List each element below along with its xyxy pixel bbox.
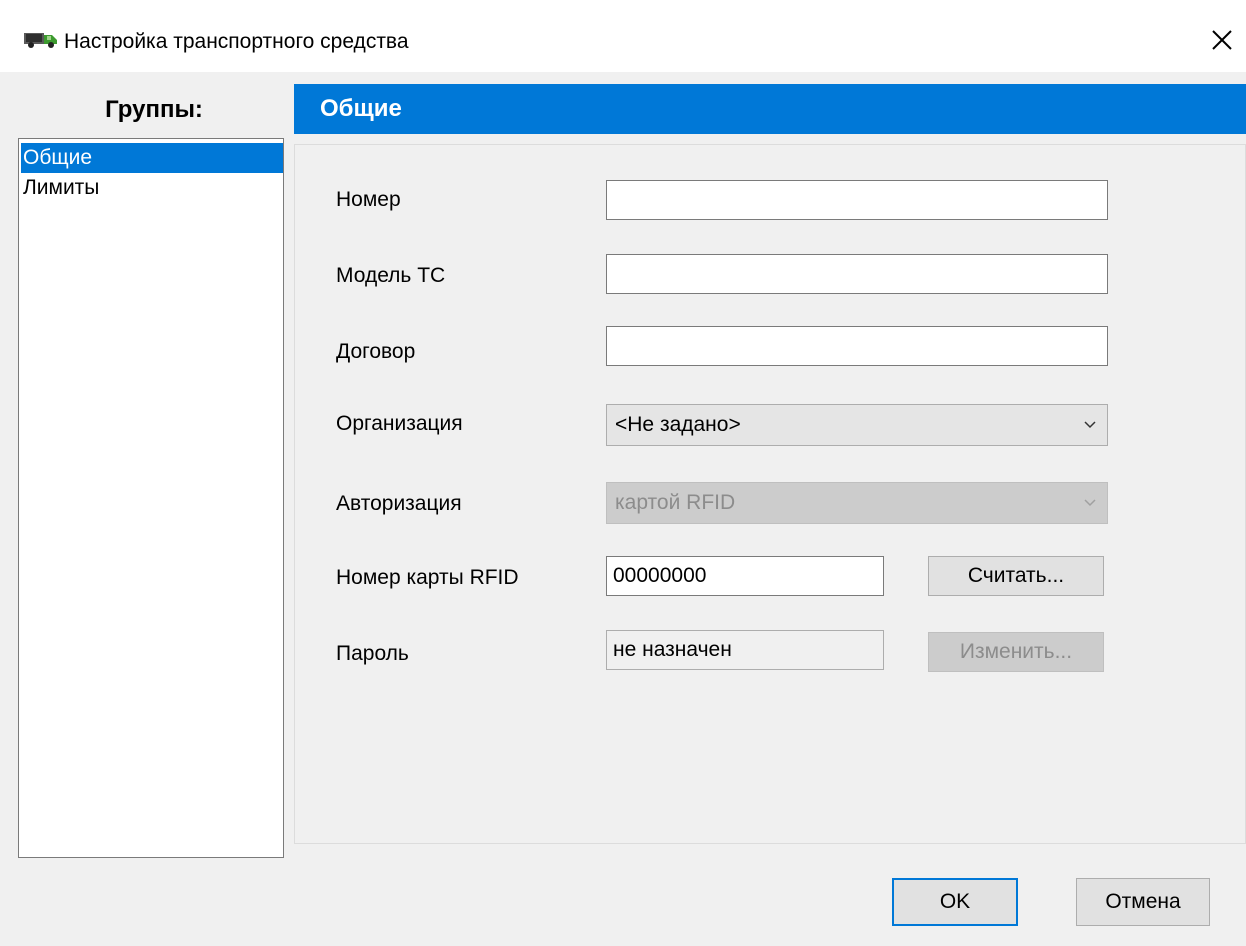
chevron-down-icon (1084, 499, 1096, 507)
organization-label: Организация (336, 412, 463, 435)
password-field: не назначен (606, 630, 884, 670)
groups-list[interactable]: Общие Лимиты (18, 138, 284, 858)
chevron-down-icon (1084, 421, 1096, 429)
rfid-field[interactable]: 00000000 (606, 556, 884, 596)
window-title: Настройка транспортного средства (64, 30, 409, 53)
password-label: Пароль (336, 642, 409, 665)
model-label: Модель ТС (336, 264, 446, 287)
read-card-button[interactable]: Считать... (928, 556, 1104, 596)
ok-button[interactable]: OK (892, 878, 1018, 926)
truck-icon (24, 33, 57, 48)
contract-field[interactable] (606, 326, 1108, 366)
section-title: Общие (294, 84, 1246, 134)
title-bar: Настройка транспортного средства (0, 0, 1246, 72)
list-item-general[interactable]: Общие (21, 143, 283, 173)
authorization-label: Авторизация (336, 492, 462, 515)
groups-header: Группы: (105, 96, 203, 123)
cancel-button[interactable]: Отмена (1076, 878, 1210, 926)
change-password-button: Изменить... (928, 632, 1104, 672)
model-field[interactable] (606, 254, 1108, 294)
close-icon[interactable] (1208, 26, 1236, 54)
authorization-value: картой RFID (615, 491, 736, 514)
number-label: Номер (336, 188, 401, 211)
authorization-select: картой RFID (606, 482, 1108, 524)
list-item-limits[interactable]: Лимиты (21, 173, 283, 203)
organization-value: <Не задано> (615, 413, 741, 436)
number-field[interactable] (606, 180, 1108, 220)
rfid-label: Номер карты RFID (336, 566, 519, 589)
organization-select[interactable]: <Не задано> (606, 404, 1108, 446)
contract-label: Договор (336, 340, 416, 363)
